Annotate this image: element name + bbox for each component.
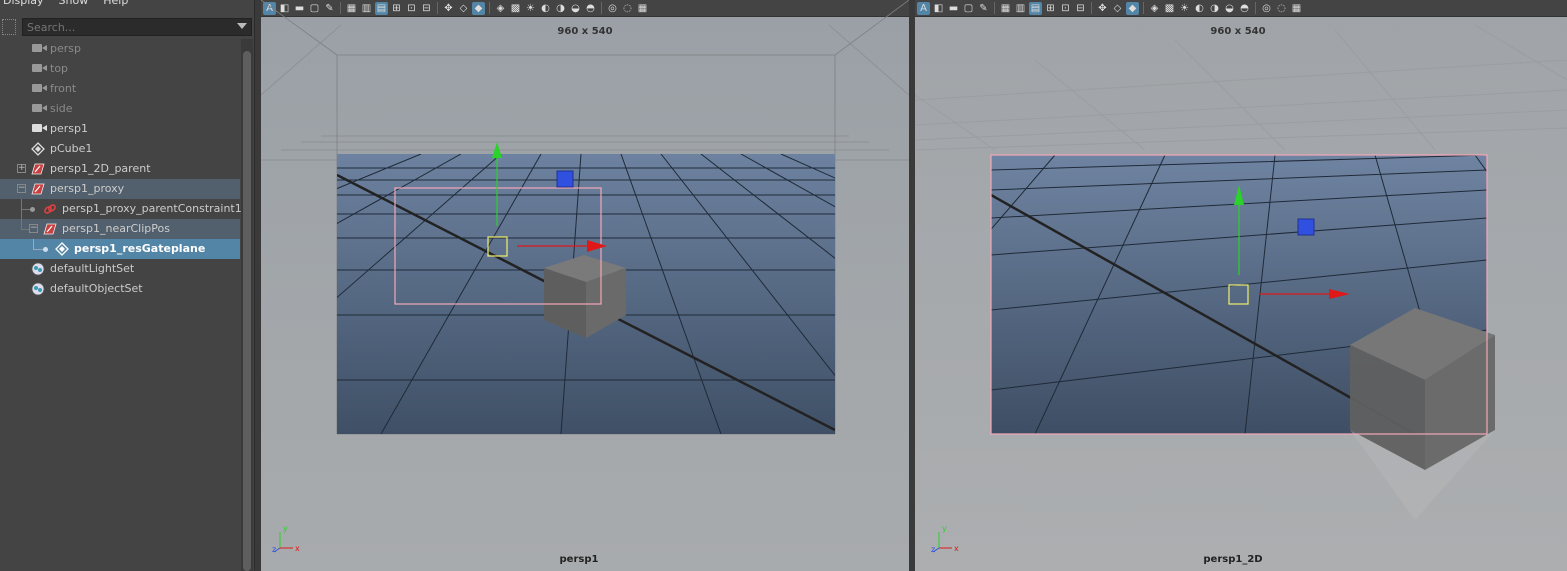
transform-icon <box>31 163 45 175</box>
mesh-icon <box>31 142 45 156</box>
search-input[interactable] <box>22 18 252 36</box>
drag-handle-icon[interactable] <box>2 19 16 35</box>
svg-text:z: z <box>272 545 276 554</box>
outliner-item-persp[interactable]: persp <box>0 39 240 59</box>
transform-icon <box>31 183 45 195</box>
outliner-item-top[interactable]: top <box>0 59 240 79</box>
resolution-label: 960 x 540 <box>1210 26 1266 37</box>
outliner-item-persp1-resgateplane[interactable]: persp1_resGateplane <box>0 239 240 259</box>
outliner-item-side[interactable]: side <box>0 99 240 119</box>
svg-text:y: y <box>283 524 288 533</box>
outliner-panel: Display Show Help persp top front side p… <box>0 0 255 571</box>
camera-icon <box>32 124 47 132</box>
outliner-menubar: Display Show Help <box>0 0 255 8</box>
outliner-item-persp1[interactable]: persp1 <box>0 119 240 139</box>
menu-show[interactable]: Show <box>59 0 89 8</box>
collapse-minus-icon[interactable]: − <box>17 184 26 193</box>
camera-icon <box>32 64 47 72</box>
axis-gizmo-icon: y x z <box>272 524 300 554</box>
menu-help[interactable]: Help <box>103 0 128 8</box>
outliner-item-label: top <box>50 62 69 75</box>
outliner-tree: persp top front side persp1 pCube1 + per… <box>0 39 242 299</box>
viewport-scene: y x z <box>915 24 1567 554</box>
outliner-item-label: defaultLightSet <box>50 262 135 275</box>
outliner-item-front[interactable]: front <box>0 79 240 99</box>
expand-plus-icon[interactable]: + <box>17 164 26 173</box>
background-grid <box>261 24 909 161</box>
camera-icon <box>32 104 47 112</box>
outliner-item-persp1-2d-parent[interactable]: + persp1_2D_parent <box>0 159 240 179</box>
outliner-item-label: front <box>50 82 77 95</box>
svg-text:z: z <box>931 545 935 554</box>
tree-node-dot <box>30 207 35 212</box>
tree-line <box>21 229 29 230</box>
outliner-item-defaultlightset[interactable]: defaultLightSet <box>0 259 240 279</box>
outliner-item-label: persp <box>50 42 81 55</box>
menu-display[interactable]: Display <box>3 0 44 8</box>
transform-icon <box>43 223 57 235</box>
set-icon <box>31 282 45 296</box>
resolution-label: 960 x 540 <box>557 26 613 37</box>
camera-icon <box>32 84 47 92</box>
tree-line <box>33 249 43 250</box>
camera-name-label: persp1_2D <box>1203 554 1263 565</box>
tree-node-dot <box>43 247 48 252</box>
outliner-item-defaultobjectset[interactable]: defaultObjectSet <box>0 279 240 299</box>
outliner-item-label: persp1_2D_parent <box>50 162 151 175</box>
outliner-item-label: pCube1 <box>50 142 93 155</box>
tree-line <box>33 239 34 249</box>
outliner-item-label: persp1_nearClipPos <box>62 222 170 235</box>
svg-text:y: y <box>942 524 947 533</box>
outliner-item-label: defaultObjectSet <box>50 282 143 295</box>
axis-gizmo-icon: y x z <box>931 524 959 554</box>
constraint-icon <box>44 204 56 214</box>
search-row <box>0 17 255 37</box>
camera-name-label: persp1 <box>559 554 599 565</box>
outliner-item-label: side <box>50 102 73 115</box>
outliner-item-persp1-proxy-parentconstraint1[interactable]: persp1_proxy_parentConstraint1 <box>0 199 242 219</box>
svg-text:x: x <box>954 544 959 553</box>
outliner-item-persp1-proxy[interactable]: − persp1_proxy <box>0 179 240 199</box>
viewport-persp1[interactable]: A ◧ ▬ ▢ ✎ ▦ ▥ ▤ ⊞ ⊡ ⊟ ✥ ◇ ◆ ◈ ▩ ☀ ◐ ◑ ◒ ◓ ◎ ◌ ▦ <box>261 0 909 571</box>
tree-line <box>21 219 22 229</box>
svg-text:x: x <box>295 544 300 553</box>
scrollbar-thumb[interactable] <box>243 51 251 571</box>
outliner-item-label: persp1 <box>50 122 88 135</box>
outliner-scrollbar[interactable] <box>241 39 253 571</box>
outliner-item-label: persp1_resGateplane <box>74 242 206 255</box>
outliner-item-label: persp1_proxy <box>50 182 125 195</box>
outliner-item-label: persp1_proxy_parentConstraint1 <box>62 202 242 215</box>
camera-icon <box>32 44 47 52</box>
viewport-scene: y x z <box>261 0 909 554</box>
mesh-icon <box>55 242 69 256</box>
background-grid <box>915 24 1567 151</box>
set-icon <box>31 262 45 276</box>
outliner-item-pcube1[interactable]: pCube1 <box>0 139 240 159</box>
chevron-down-icon[interactable] <box>237 23 247 29</box>
collapse-minus-icon[interactable]: − <box>29 224 38 233</box>
pcube1-mesh[interactable] <box>1350 308 1495 520</box>
outliner-item-persp1-nearclippos[interactable]: − persp1_nearClipPos <box>0 219 240 239</box>
viewport-persp1-2d[interactable]: A ◧ ▬ ▢ ✎ ▦ ▥ ▤ ⊞ ⊡ ⊟ ✥ ◇ ◆ ◈ ▩ ☀ ◐ ◑ ◒ ◓ ◎ ◌ ▦ <box>915 0 1567 571</box>
